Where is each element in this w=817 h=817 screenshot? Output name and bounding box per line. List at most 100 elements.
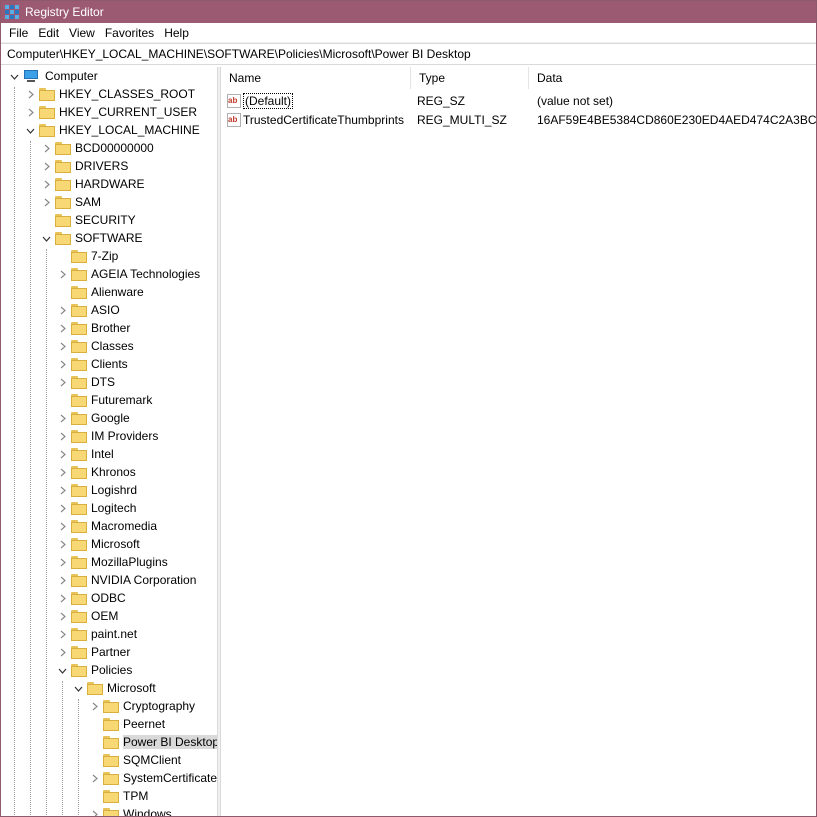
chevron-down-icon[interactable] <box>25 125 35 135</box>
chevron-right-icon[interactable] <box>57 557 67 567</box>
chevron-right-icon[interactable] <box>25 89 35 99</box>
chevron-right-icon[interactable] <box>57 647 67 657</box>
chevron-right-icon[interactable] <box>57 485 67 495</box>
tree-node[interactable]: AGEIA Technologies <box>57 265 200 283</box>
tree-node-label: Classes <box>91 339 134 353</box>
tree-node[interactable]: MozillaPlugins <box>57 553 168 571</box>
key-tree[interactable]: Computer HKEY_CLASSES_ROOT HKEY_CURRENT_US… <box>1 67 217 816</box>
tree-node[interactable]: Macromedia <box>57 517 157 535</box>
chevron-right-icon[interactable] <box>57 269 67 279</box>
tree-node-label: DRIVERS <box>75 159 129 173</box>
tree-node-label: Microsoft <box>91 537 140 551</box>
tree-node[interactable]: Google <box>57 409 130 427</box>
tree-node[interactable]: BCD00000000 <box>41 139 154 157</box>
window-title: Registry Editor <box>25 5 104 19</box>
chevron-down-icon[interactable] <box>41 233 51 243</box>
tree-node[interactable]: Windows <box>89 805 172 816</box>
chevron-right-icon[interactable] <box>57 305 67 315</box>
chevron-right-icon[interactable] <box>57 503 67 513</box>
chevron-down-icon[interactable] <box>9 71 19 81</box>
tree-node[interactable]: SystemCertificates <box>89 769 217 787</box>
tree-node[interactable]: Logishrd <box>57 481 137 499</box>
tree-node[interactable]: DTS <box>57 373 115 391</box>
menu-help[interactable]: Help <box>160 26 193 40</box>
tree-node[interactable]: Khronos <box>57 463 136 481</box>
folder-icon <box>71 555 87 569</box>
chevron-right-icon[interactable] <box>25 107 35 117</box>
chevron-right-icon[interactable] <box>57 539 67 549</box>
tree-node[interactable]: Logitech <box>57 499 136 517</box>
chevron-right-icon[interactable] <box>41 179 51 189</box>
tree-node[interactable]: HKEY_CURRENT_USER <box>25 103 197 121</box>
tree-node[interactable]: NVIDIA Corporation <box>57 571 196 589</box>
chevron-right-icon[interactable] <box>57 449 67 459</box>
tree-node[interactable]: HKEY_LOCAL_MACHINE <box>25 121 200 139</box>
chevron-right-icon[interactable] <box>57 629 67 639</box>
tree-node[interactable]: SAM <box>41 193 101 211</box>
tree-node[interactable]: Policies <box>57 661 132 679</box>
chevron-right-icon[interactable] <box>89 701 99 711</box>
address-bar[interactable]: Computer\HKEY_LOCAL_MACHINE\SOFTWARE\Pol… <box>1 43 816 65</box>
tree-node[interactable]: Peernet <box>89 715 165 733</box>
chevron-right-icon[interactable] <box>57 467 67 477</box>
tree-node[interactable]: ODBC <box>57 589 126 607</box>
value-row[interactable]: ab (Default) REG_SZ (value not set) <box>221 92 816 111</box>
tree-node-label: SOFTWARE <box>75 231 143 245</box>
tree-node[interactable]: Microsoft <box>73 679 156 697</box>
tree-node[interactable]: HARDWARE <box>41 175 145 193</box>
address-path[interactable]: Computer\HKEY_LOCAL_MACHINE\SOFTWARE\Pol… <box>7 47 471 61</box>
tree-node[interactable]: Alienware <box>57 283 144 301</box>
tree-node[interactable]: Intel <box>57 445 114 463</box>
tree-node[interactable]: Futuremark <box>57 391 152 409</box>
chevron-right-icon[interactable] <box>57 521 67 531</box>
tree-node[interactable]: Power BI Desktop <box>89 733 217 751</box>
column-header-data[interactable]: Data <box>529 67 816 89</box>
tree-node[interactable]: SECURITY <box>41 211 136 229</box>
title-bar[interactable]: Registry Editor <box>1 1 816 23</box>
chevron-right-icon[interactable] <box>57 413 67 423</box>
menu-view[interactable]: View <box>65 26 99 40</box>
tree-node[interactable]: SOFTWARE <box>41 229 143 247</box>
column-header-name[interactable]: Name <box>221 67 411 89</box>
tree-node[interactable]: Partner <box>57 643 130 661</box>
tree-node-computer[interactable]: Computer <box>9 67 98 85</box>
chevron-down-icon[interactable] <box>73 683 83 693</box>
tree-node[interactable]: 7-Zip <box>57 247 118 265</box>
tree-node[interactable]: SQMClient <box>89 751 181 769</box>
tree-node[interactable]: Brother <box>57 319 130 337</box>
tree-node-label: Cryptography <box>123 699 196 713</box>
menu-favorites[interactable]: Favorites <box>101 26 158 40</box>
chevron-right-icon[interactable] <box>89 809 99 816</box>
tree-node[interactable]: HKEY_CLASSES_ROOT <box>25 85 195 103</box>
tree-node[interactable]: TPM <box>89 787 148 805</box>
tree-node[interactable]: paint.net <box>57 625 137 643</box>
tree-node[interactable]: OEM <box>57 607 118 625</box>
menu-file[interactable]: File <box>5 26 32 40</box>
menu-edit[interactable]: Edit <box>34 26 63 40</box>
tree-node[interactable]: Classes <box>57 337 134 355</box>
chevron-right-icon[interactable] <box>41 197 51 207</box>
tree-node-label: Policies <box>91 663 133 677</box>
chevron-right-icon[interactable] <box>57 611 67 621</box>
chevron-down-icon[interactable] <box>57 665 67 675</box>
chevron-right-icon[interactable] <box>41 161 51 171</box>
column-header-type[interactable]: Type <box>411 67 529 89</box>
chevron-right-icon[interactable] <box>89 773 99 783</box>
chevron-right-icon[interactable] <box>57 359 67 369</box>
folder-icon <box>71 411 87 425</box>
tree-node[interactable]: Cryptography <box>89 697 195 715</box>
tree-node[interactable]: IM Providers <box>57 427 158 445</box>
value-row[interactable]: ab TrustedCertificateThumbprints REG_MUL… <box>221 111 816 130</box>
chevron-right-icon[interactable] <box>57 377 67 387</box>
chevron-right-icon[interactable] <box>57 593 67 603</box>
chevron-right-icon[interactable] <box>57 341 67 351</box>
tree-node[interactable]: ASIO <box>57 301 120 319</box>
chevron-right-icon[interactable] <box>41 143 51 153</box>
tree-node[interactable]: Microsoft <box>57 535 140 553</box>
chevron-right-icon[interactable] <box>57 323 67 333</box>
chevron-right-icon[interactable] <box>57 431 67 441</box>
values-list[interactable]: Name Type Data ab (Default) REG_SZ (valu… <box>221 67 816 816</box>
tree-node[interactable]: DRIVERS <box>41 157 128 175</box>
tree-node[interactable]: Clients <box>57 355 128 373</box>
chevron-right-icon[interactable] <box>57 575 67 585</box>
